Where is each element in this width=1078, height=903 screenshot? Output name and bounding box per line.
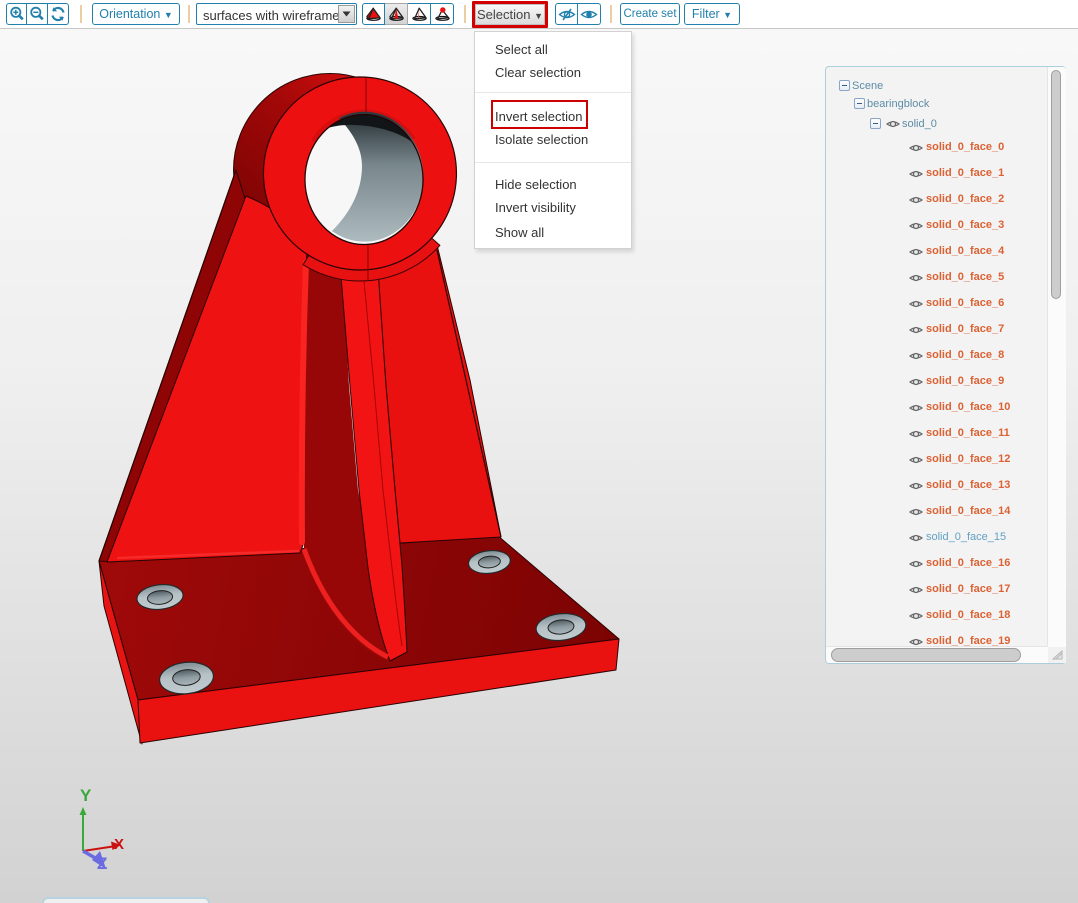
svg-text:X: X: [114, 836, 124, 853]
svg-text:Z: Z: [97, 854, 107, 873]
svg-text:Y: Y: [80, 786, 92, 805]
